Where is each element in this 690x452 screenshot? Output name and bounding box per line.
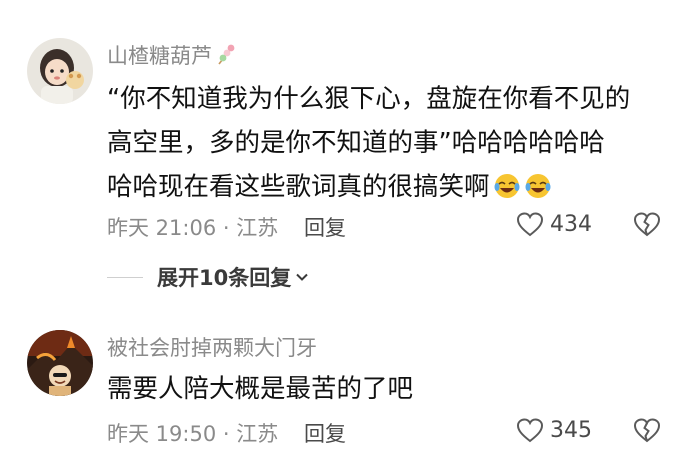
comment-meta: 昨天 21:06 · 江苏 bbox=[107, 216, 279, 240]
username[interactable]: 被社会肘掉两颗大门牙 bbox=[107, 332, 317, 362]
like-count: 434 bbox=[550, 211, 592, 237]
like-button[interactable]: 345 bbox=[515, 416, 592, 444]
comment-text: 需要人陪大概是最苦的了吧 bbox=[107, 367, 413, 411]
comment-meta: 昨天 19:50 · 江苏 bbox=[107, 422, 279, 446]
heart-outline-icon bbox=[516, 212, 544, 237]
reply-button[interactable]: 回复 bbox=[304, 418, 346, 448]
comment-2: 被社会肘掉两颗大门牙 需要人陪大概是最苦的了吧 昨天 19:50 · 江苏 回复… bbox=[0, 300, 690, 452]
avatar-girl-image bbox=[27, 38, 93, 104]
expand-replies-button[interactable]: 展开10条回复 bbox=[107, 262, 309, 292]
like-count: 345 bbox=[550, 417, 592, 443]
username[interactable]: 山楂糖葫芦 bbox=[107, 40, 238, 70]
username-text: 被社会肘掉两颗大门牙 bbox=[107, 336, 317, 360]
comment-line-text: 哈哈现在看这些歌词真的很搞笑啊 bbox=[107, 172, 490, 202]
tears-of-joy-emoji bbox=[524, 170, 552, 198]
heart-outline-icon bbox=[516, 418, 544, 443]
expand-replies-label: 展开10条回复 bbox=[157, 266, 292, 290]
avatar-volcano-image bbox=[27, 330, 93, 396]
tears-of-joy-emoji bbox=[493, 170, 521, 198]
chevron-down-icon bbox=[296, 273, 308, 281]
comment-line: “你不知道我为什么狠下心，盘旋在你看不见的 bbox=[107, 84, 631, 114]
comment-text: “你不知道我为什么狠下心，盘旋在你看不见的 高空里，多的是你不知道的事”哈哈哈哈… bbox=[107, 77, 630, 209]
dislike-button[interactable] bbox=[632, 210, 662, 238]
reply-button[interactable]: 回复 bbox=[304, 212, 346, 242]
comment-1: 山楂糖葫芦 “你不知道我为什么狠下心，盘旋在你看不见的 高空里，多的是你不知道的… bbox=[0, 0, 690, 250]
like-button[interactable]: 434 bbox=[515, 210, 592, 238]
dislike-button[interactable] bbox=[632, 416, 662, 444]
avatar[interactable] bbox=[27, 330, 93, 396]
expand-divider bbox=[107, 276, 143, 278]
avatar[interactable] bbox=[27, 38, 93, 104]
username-text: 山楂糖葫芦 bbox=[107, 44, 212, 68]
comment-line: 高空里，多的是你不知道的事”哈哈哈哈哈哈 bbox=[107, 128, 605, 158]
comment-line-with-emoji: 哈哈现在看这些歌词真的很搞笑啊 bbox=[107, 165, 630, 209]
tanghulu-icon bbox=[216, 43, 238, 67]
comment-line: 需要人陪大概是最苦的了吧 bbox=[107, 374, 414, 404]
broken-heart-icon bbox=[633, 418, 661, 443]
broken-heart-icon bbox=[633, 212, 661, 237]
